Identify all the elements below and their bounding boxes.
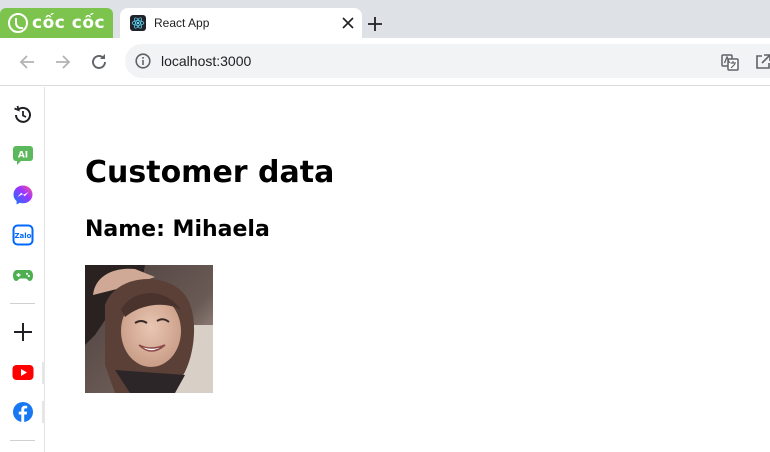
- sidebar-item-add[interactable]: [11, 320, 35, 344]
- sidebar-item-history[interactable]: [11, 103, 35, 127]
- close-icon[interactable]: [338, 13, 358, 33]
- sidebar-item-games[interactable]: [11, 263, 35, 287]
- new-tab-button[interactable]: [364, 13, 386, 35]
- reload-icon: [92, 54, 106, 69]
- gamepad-icon: [13, 270, 33, 281]
- coccoc-logo-icon: [8, 13, 28, 33]
- reload-button[interactable]: [87, 50, 111, 74]
- url-text[interactable]: localhost:3000: [161, 53, 251, 69]
- customer-photo: [85, 265, 213, 393]
- sidebar: AI Zalo: [0, 87, 45, 452]
- page-content: Customer data Name: Mihaela: [45, 87, 770, 452]
- brand-name: cốc cốc: [32, 13, 106, 33]
- forward-button[interactable]: [51, 50, 75, 74]
- arrow-left-icon: [19, 55, 34, 69]
- sidebar-item-facebook[interactable]: [11, 400, 35, 424]
- sidebar-item-messenger[interactable]: [11, 183, 35, 207]
- sidebar-item-ai[interactable]: AI: [11, 143, 35, 167]
- sidebar-item-youtube[interactable]: [11, 360, 35, 384]
- tab-react-app[interactable]: React App: [120, 8, 362, 38]
- plus-icon: [14, 323, 32, 341]
- youtube-icon: [12, 365, 34, 380]
- zalo-label: Zalo: [14, 232, 31, 240]
- messenger-icon: [13, 185, 33, 205]
- arrow-right-icon: [56, 55, 71, 69]
- zalo-icon: Zalo: [12, 224, 34, 246]
- sidebar-divider: [10, 303, 35, 304]
- coccoc-menu-button[interactable]: cốc cốc: [0, 8, 113, 38]
- react-favicon-icon: [130, 15, 146, 31]
- translate-icon[interactable]: [720, 52, 740, 72]
- share-icon[interactable]: [753, 52, 770, 72]
- address-bar[interactable]: localhost:3000: [125, 44, 770, 78]
- tab-strip: cốc cốc React App: [0, 0, 770, 38]
- ai-icon: AI: [13, 146, 33, 165]
- sidebar-divider: [10, 440, 35, 441]
- tab-title: React App: [154, 16, 210, 30]
- toolbar: localhost:3000: [0, 38, 770, 86]
- facebook-icon: [13, 402, 33, 422]
- history-icon: [14, 105, 31, 123]
- page-title: Customer data: [85, 155, 335, 190]
- plus-icon: [368, 17, 382, 31]
- back-button[interactable]: [15, 50, 39, 74]
- sidebar-item-zalo[interactable]: Zalo: [11, 223, 35, 247]
- info-icon[interactable]: [135, 53, 151, 69]
- ai-label: AI: [18, 151, 28, 161]
- customer-name: Name: Mihaela: [85, 217, 270, 242]
